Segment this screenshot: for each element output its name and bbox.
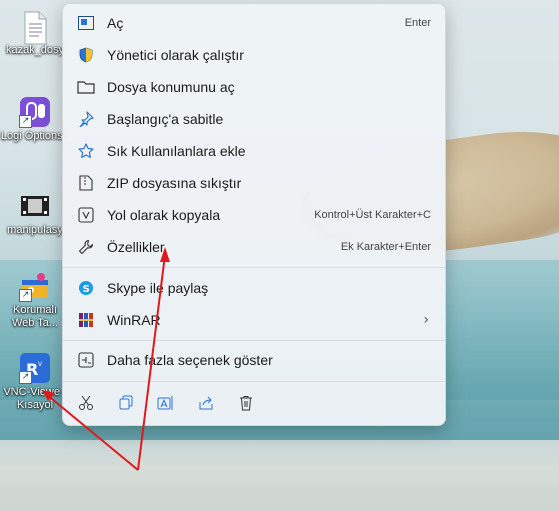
arrowhead-icon [160, 247, 170, 262]
annotation-arrow-to-vnc-icon [45, 393, 139, 471]
annotation-arrows [42, 247, 170, 471]
annotation-arrow-to-properties [137, 254, 166, 471]
